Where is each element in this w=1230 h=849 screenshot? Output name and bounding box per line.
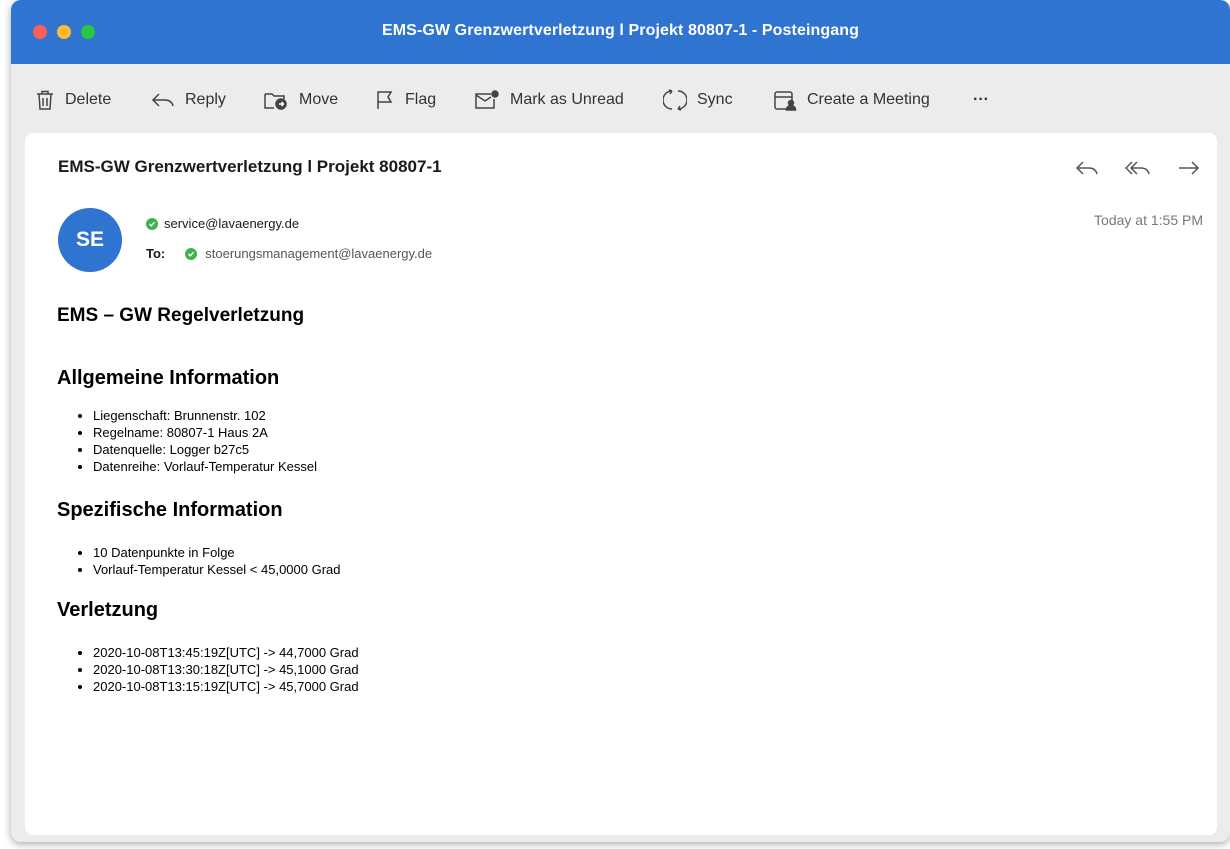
move-button[interactable]: Move [263,88,338,112]
window-title: EMS-GW Grenzwertverletzung l Projekt 808… [381,22,860,39]
mark-unread-label: Mark as Unread [510,91,624,108]
verified-check-icon [185,247,198,260]
delete-button[interactable]: Delete [35,88,111,112]
unread-envelope-icon [475,90,499,109]
section-list: 10 Datenpunkte in Folge Vorlauf-Temperat… [57,544,359,578]
list-item: Liegenschaft: Brunnenstr. 102 [93,407,359,424]
calendar-person-icon [774,91,797,111]
mark-unread-button[interactable]: Mark as Unread [474,88,624,112]
list-item: 2020-10-08T13:45:19Z[UTC] -> 44,7000 Gra… [93,644,359,661]
sync-button[interactable]: Sync [663,88,733,112]
more-icon: ··· [973,91,989,108]
section-list: Liegenschaft: Brunnenstr. 102 Regelname:… [57,407,359,475]
flag-icon [377,91,393,109]
list-item: Regelname: 80807-1 Haus 2A [93,424,359,441]
move-label: Move [299,91,339,108]
body-heading: EMS – GW Regelverletzung [57,305,305,326]
reply-button[interactable]: Reply [151,88,226,112]
create-meeting-label: Create a Meeting [807,91,930,108]
message-date: Today at 1:55 PM [1094,212,1203,228]
list-item: Datenquelle: Logger b27c5 [93,441,359,458]
list-item: 2020-10-08T13:30:18Z[UTC] -> 45,1000 Gra… [93,661,359,678]
message-subject: EMS-GW Grenzwertverletzung l Projekt 808… [58,157,442,176]
section-title: Allgemeine Information [57,367,280,389]
reply-icon[interactable] [1075,159,1099,177]
move-folder-icon [264,93,287,110]
section-title: Spezifische Information [57,499,283,521]
toolbar: Delete Reply Move Flag Mark as Unread Sy… [11,64,1230,132]
create-meeting-button[interactable]: Create a Meeting [773,88,930,112]
forward-icon[interactable] [1177,159,1201,177]
reply-icon [151,93,174,107]
sync-label: Sync [697,91,733,108]
message-panel: EMS-GW Grenzwertverletzung l Projekt 808… [25,133,1217,835]
list-item: Vorlauf-Temperatur Kessel < 45,0000 Grad [93,561,359,578]
delete-label: Delete [65,91,112,108]
more-options-button[interactable]: ··· [973,88,989,112]
list-item: 2020-10-08T13:15:19Z[UTC] -> 45,7000 Gra… [93,678,359,695]
recipient-line: To: stoerungsmanagement@lavaenergy.de [146,246,432,261]
sync-icon [663,89,687,111]
flag-label: Flag [405,91,437,108]
mail-window: EMS-GW Grenzwertverletzung l Projekt 808… [11,0,1230,842]
flag-button[interactable]: Flag [375,88,436,112]
message-body: EMS – GW Regelverletzung Allgemeine Info… [57,305,359,695]
reply-all-icon[interactable] [1125,159,1151,177]
list-item: 10 Datenpunkte in Folge [93,544,359,561]
verified-check-icon [146,217,158,230]
message-actions [1075,159,1201,177]
section-list: 2020-10-08T13:45:19Z[UTC] -> 44,7000 Gra… [57,644,359,695]
list-item: Datenreihe: Vorlauf-Temperatur Kessel [93,458,359,475]
sender-email: service@lavaenergy.de [164,216,300,231]
title-bar: EMS-GW Grenzwertverletzung l Projekt 808… [11,0,1230,64]
trash-icon [37,90,53,110]
sender-line[interactable]: service@lavaenergy.de [146,216,299,231]
sender-avatar: SE [58,208,122,272]
recipient-email[interactable]: stoerungsmanagement@lavaenergy.de [205,246,432,261]
to-label: To: [146,246,166,261]
reply-label: Reply [185,91,226,108]
section-title: Verletzung [57,599,159,621]
